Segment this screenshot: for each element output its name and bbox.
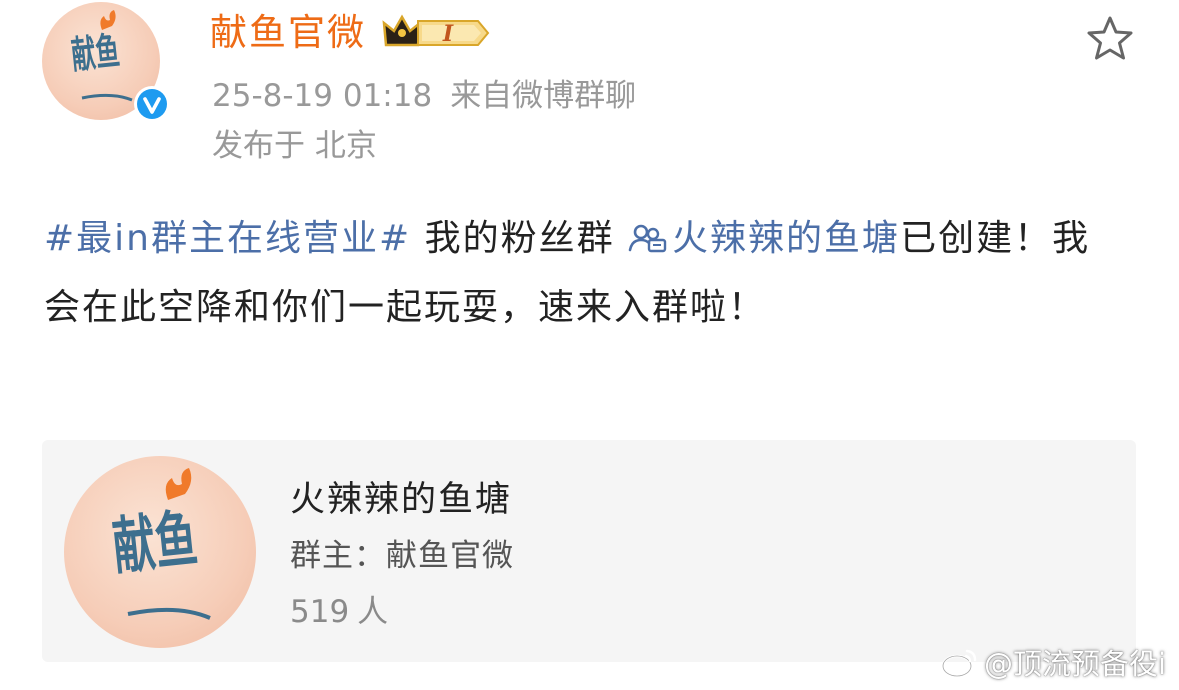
member-count-number: 519 — [290, 594, 350, 630]
group-avatar: 献鱼 — [64, 456, 256, 648]
group-card-member-count: 519 人 — [290, 592, 388, 632]
post-text: #最in群主在线营业# 我的粉丝群 火辣辣的鱼塘已创建！我会在此空降和你们一起玩… — [44, 204, 1124, 342]
weibo-post-screen: 献鱼 献鱼官微 I 25-8-19 01:18 来自微博群聊 发布于 北京 #最… — [0, 0, 1179, 690]
post-location: 发布于 北京 — [212, 128, 377, 164]
favorite-button[interactable] — [1084, 14, 1136, 64]
author-name-row: 献鱼官微 I — [210, 8, 492, 58]
verified-badge — [134, 86, 170, 122]
verified-v-icon — [137, 89, 167, 119]
star-outline-icon — [1087, 16, 1133, 60]
post-meta-time: 25-8-19 01:18 来自微博群聊 — [212, 76, 636, 116]
crown-vip-icon: I — [382, 14, 490, 47]
author-name[interactable]: 献鱼官微 — [210, 8, 366, 58]
watermark-text: @顶流预备役i — [984, 647, 1167, 681]
group-avatar-calligraphy-art: 献鱼 — [109, 468, 211, 620]
group-link-text: 火辣辣的鱼塘 — [672, 218, 901, 259]
group-card-owner: 群主：献鱼官微 — [290, 538, 514, 574]
watermark: @顶流预备役i — [940, 640, 1166, 684]
author-avatar-wrap[interactable]: 献鱼 — [42, 2, 170, 122]
group-card-title: 火辣辣的鱼塘 — [290, 480, 513, 520]
group-card[interactable]: 献鱼 火辣辣的鱼塘 群主：献鱼官微 519 人 — [42, 440, 1136, 662]
vip-badge[interactable]: I — [382, 13, 492, 53]
avatar-logo-text: 献鱼 — [69, 28, 121, 78]
topic-hashtag-link[interactable]: #最in群主在线营业# — [44, 218, 411, 259]
group-inline-link[interactable]: 火辣辣的鱼塘 — [628, 218, 900, 259]
group-avatar-logo-text: 献鱼 — [109, 502, 200, 583]
post-source[interactable]: 来自微博群聊 — [450, 78, 636, 114]
post-text-part-1: 我的粉丝群 — [411, 218, 629, 259]
weibo-logo-icon — [941, 649, 977, 678]
vip-level-text: I — [442, 21, 454, 47]
group-chat-icon — [628, 224, 667, 253]
post-time: 25-8-19 01:18 — [212, 78, 433, 114]
member-count-unit: 人 — [357, 594, 389, 630]
